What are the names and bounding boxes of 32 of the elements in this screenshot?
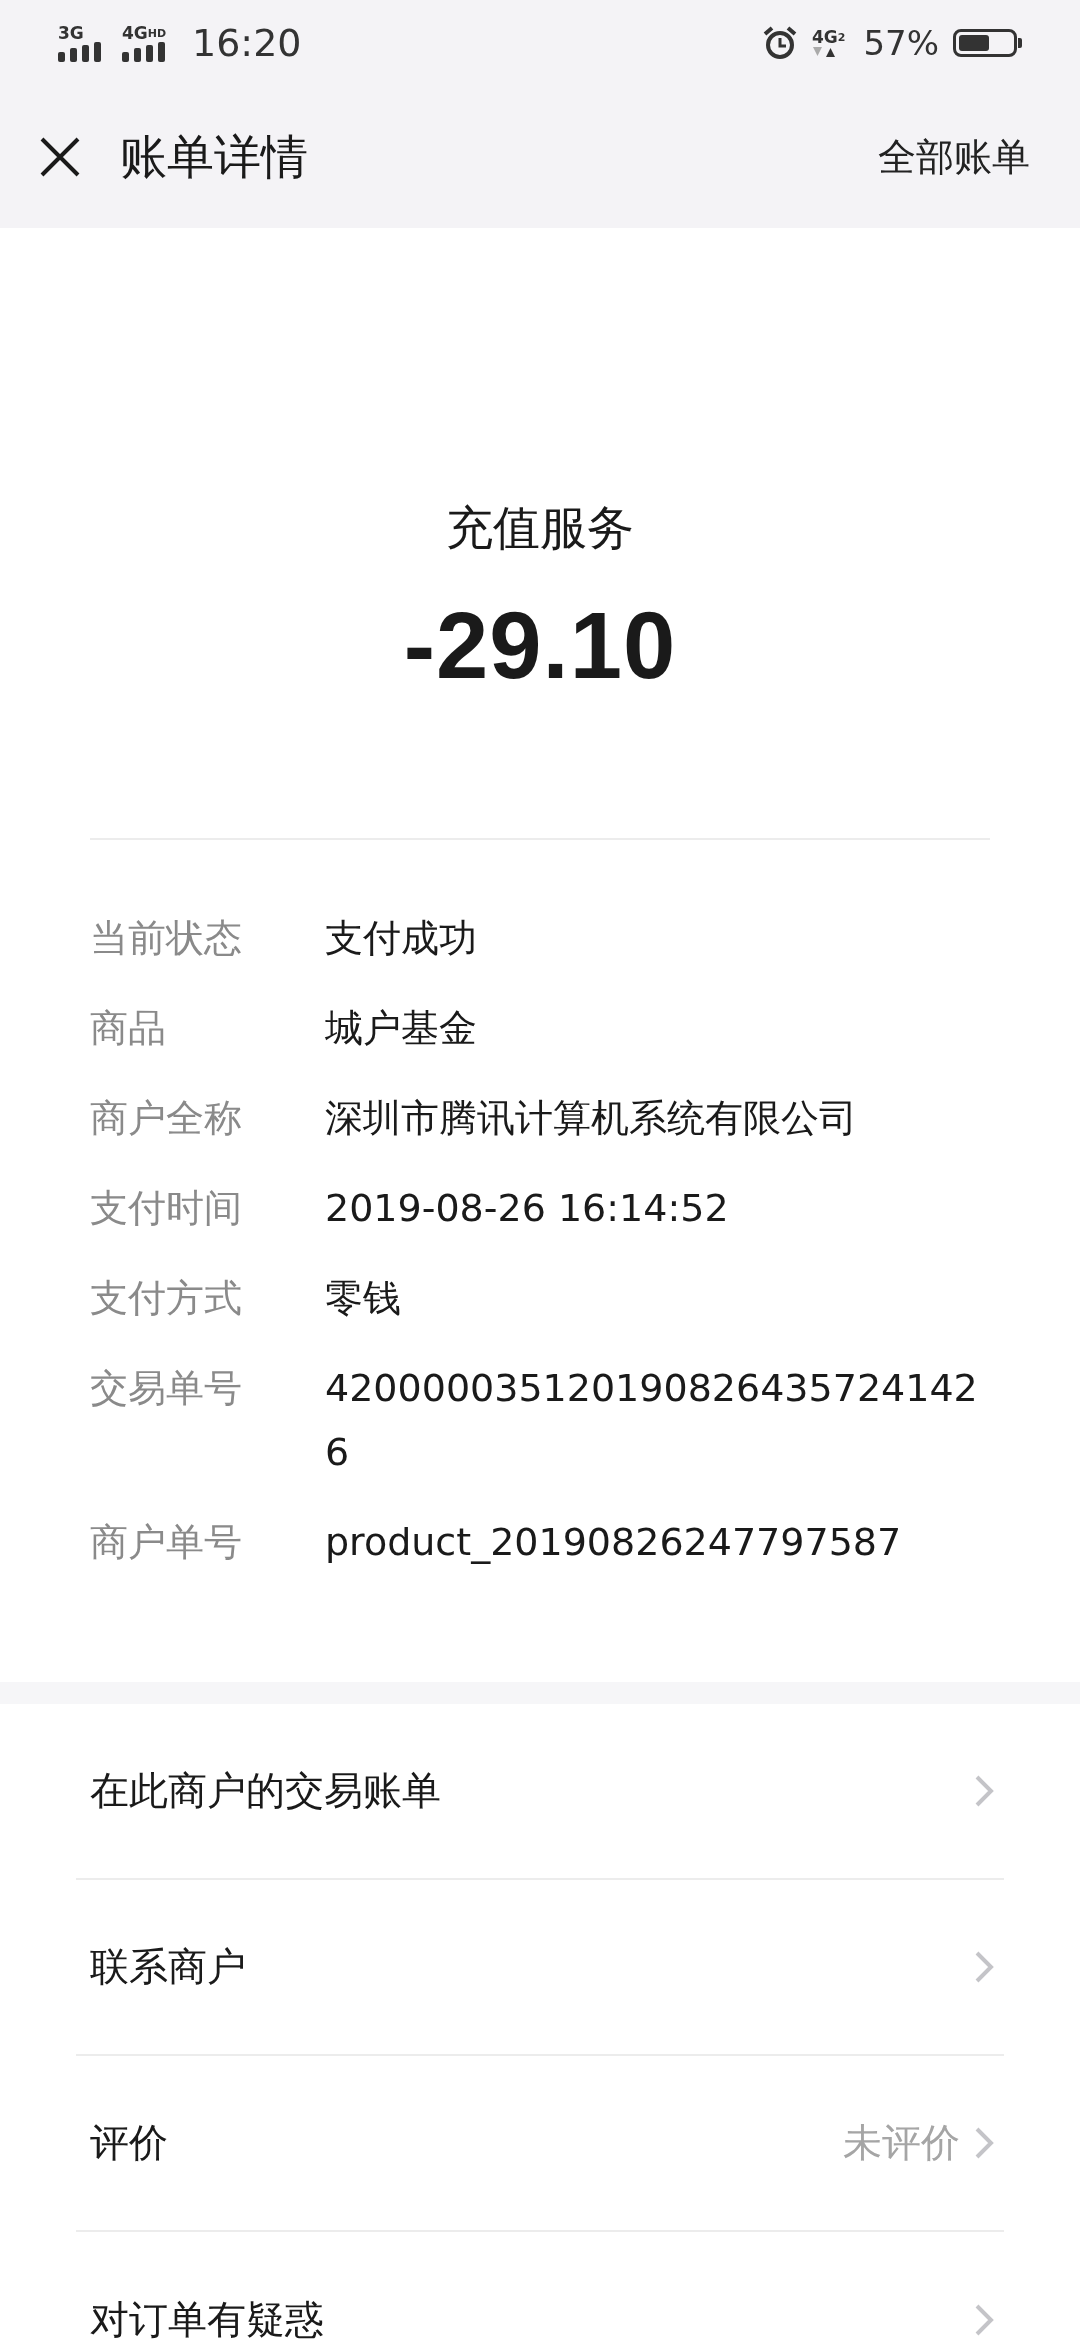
amount: -29.10 <box>403 596 677 696</box>
detail-label: 支付时间 <box>90 1185 243 1232</box>
menu-item[interactable]: 联系商户 <box>76 1880 1004 2056</box>
detail-value: 零钱 <box>325 1275 402 1322</box>
detail-value: 城户基金 <box>325 1005 478 1052</box>
menu-item[interactable]: 评价 未评价 <box>76 2056 1004 2232</box>
detail-label: 商户单号 <box>90 1519 243 1566</box>
merchant-category: 充值服务 <box>446 499 634 557</box>
detail-label: 商户全称 <box>90 1095 243 1142</box>
menu-item-label: 在此商户的交易账单 <box>90 1767 442 1815</box>
detail-label: 商品 <box>90 1005 167 1052</box>
network-label: 4GHD <box>122 24 167 42</box>
menu-item-label: 对订单有疑惑 <box>90 2296 325 2340</box>
detail-value: product_20190826247797587 <box>325 1519 903 1566</box>
detail-value: 深圳市腾讯计算机系统有限公司 <box>325 1095 858 1142</box>
menu-item-label: 评价 <box>90 2119 169 2167</box>
network-label: 3G <box>58 24 84 42</box>
detail-value: 支付成功 <box>325 915 478 962</box>
menu-item[interactable]: 对订单有疑惑 <box>76 2232 1004 2340</box>
detail-value: 2019-08-26 16:14:52 <box>325 1185 730 1232</box>
all-bills-link[interactable]: 全部账单 <box>878 131 1030 183</box>
battery-percent: 57% <box>863 23 939 63</box>
clock-time: 16:20 <box>192 21 302 65</box>
page-title: 账单详情 <box>120 127 309 186</box>
detail-label: 当前状态 <box>90 915 243 962</box>
data-network-label: 4G2 <box>811 28 846 46</box>
menu-item[interactable]: 在此商户的交易账单 <box>76 1704 1004 1880</box>
detail-label: 交易单号 <box>90 1365 243 1412</box>
rating-status: 未评价 <box>843 2119 960 2167</box>
detail-label: 支付方式 <box>90 1275 243 1322</box>
detail-value: 4200000351201908264357241426 <box>325 1365 979 1476</box>
menu-item-label: 联系商户 <box>90 1943 247 1991</box>
